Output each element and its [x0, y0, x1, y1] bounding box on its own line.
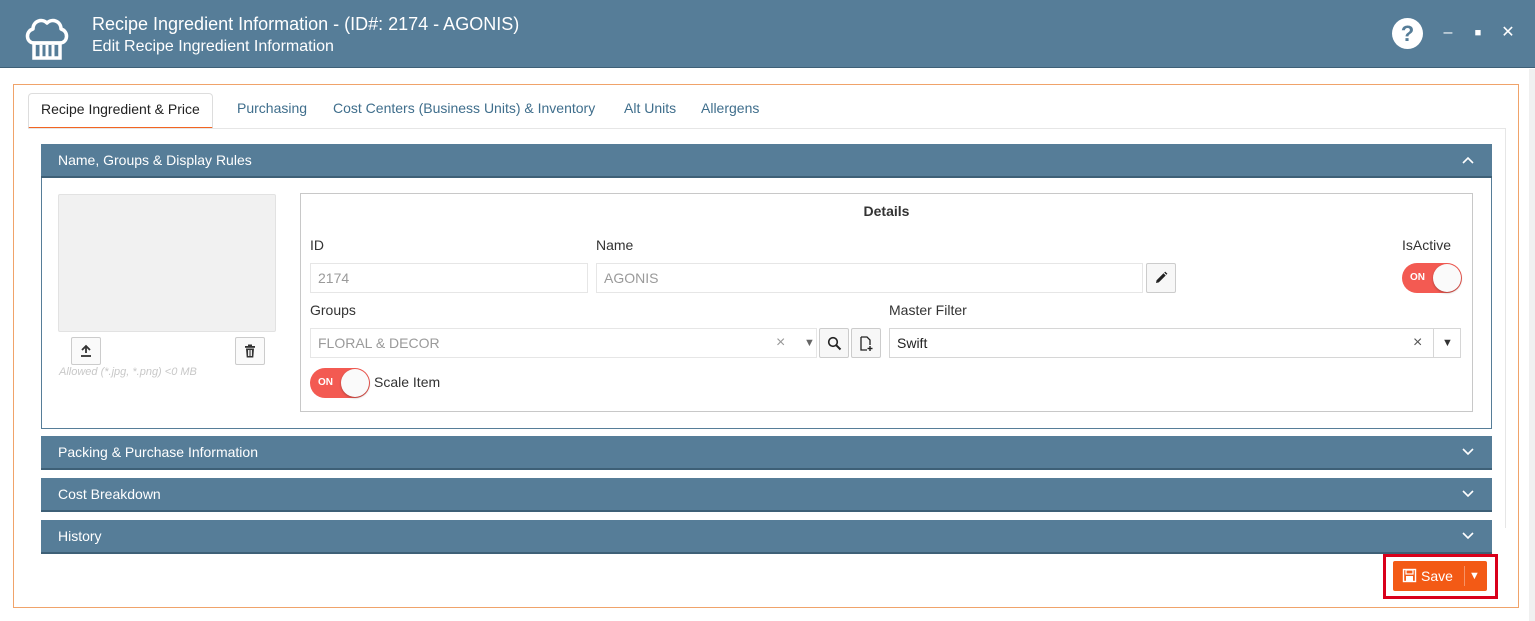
caret-down-icon[interactable]: ▼ — [1469, 561, 1480, 591]
name-field[interactable]: AGONIS — [596, 263, 1143, 293]
help-icon[interactable]: ? — [1392, 18, 1423, 49]
toggle-knob — [1433, 264, 1461, 292]
groups-label: Groups — [310, 302, 356, 318]
tab-purchasing[interactable]: Purchasing — [237, 93, 307, 129]
edit-name-button[interactable] — [1146, 263, 1176, 293]
toggle-knob — [341, 369, 369, 397]
content-edge-line — [1505, 128, 1506, 528]
details-title: Details — [863, 203, 910, 219]
upload-button[interactable] — [71, 337, 101, 365]
chevron-down-icon[interactable] — [1462, 436, 1474, 480]
name-label: Name — [596, 237, 634, 253]
delete-image-button[interactable] — [235, 337, 265, 365]
clear-groups-icon[interactable]: × — [776, 329, 785, 357]
tab-divider — [28, 128, 1506, 129]
search-groups-button[interactable] — [819, 328, 849, 358]
save-button[interactable]: Save ▼ — [1393, 561, 1487, 591]
allowed-file-types: Allowed (*.jpg, *.png) <0 MB — [59, 366, 197, 378]
chevron-down-icon[interactable] — [1462, 478, 1474, 522]
details-box: Details ID 2174 Name AGONIS IsActive ON … — [300, 193, 1473, 412]
floppy-disk-icon — [1402, 568, 1417, 583]
panel-title: Name, Groups & Display Rules — [58, 152, 252, 168]
master-filter-label: Master Filter — [889, 302, 967, 318]
chef-hat-icon — [25, 18, 69, 60]
save-split-divider — [1464, 566, 1465, 586]
tab-recipe-ingredient-price[interactable]: Recipe Ingredient & Price — [28, 93, 213, 129]
isactive-label: IsActive — [1402, 237, 1452, 253]
scale-item-label: Scale Item — [374, 374, 441, 390]
panel-header-cost-breakdown[interactable]: Cost Breakdown — [41, 478, 1492, 512]
toggle-state-text: ON — [318, 377, 333, 388]
window-subtitle: Edit Recipe Ingredient Information — [92, 38, 334, 55]
image-preview[interactable] — [58, 194, 276, 332]
add-group-button[interactable] — [851, 328, 881, 358]
master-filter-value: Swift — [897, 335, 928, 351]
chevron-down-icon[interactable]: ▼ — [804, 329, 815, 357]
content-frame: Recipe Ingredient & Price Purchasing Cos… — [13, 84, 1519, 608]
id-label: ID — [310, 237, 324, 253]
vertical-scrollbar[interactable] — [1529, 69, 1535, 621]
maximize-icon[interactable]: ■ — [1468, 22, 1488, 44]
trash-icon — [245, 344, 255, 358]
chevron-down-icon[interactable]: ▼ — [1442, 329, 1453, 357]
save-label: Save — [1421, 568, 1453, 584]
panel-header-history[interactable]: History — [41, 520, 1492, 554]
master-filter-select[interactable]: Swift × ▼ — [889, 328, 1461, 358]
minimize-icon[interactable]: – — [1438, 22, 1458, 44]
upload-icon — [81, 344, 91, 357]
recipe-ingredient-window: Recipe Ingredient Information - (ID#: 21… — [0, 0, 1535, 621]
tab-cost-centers-inventory[interactable]: Cost Centers (Business Units) & Inventor… — [333, 93, 595, 129]
window-title-block: Recipe Ingredient Information - (ID#: 21… — [92, 13, 519, 57]
scale-item-toggle[interactable]: ON — [310, 368, 370, 398]
toggle-state-text: ON — [1410, 272, 1425, 283]
search-icon — [827, 336, 841, 351]
close-icon[interactable]: ✕ — [1498, 22, 1518, 44]
panel-title: Packing & Purchase Information — [58, 444, 258, 460]
window-title: Recipe Ingredient Information - (ID#: 21… — [92, 14, 520, 34]
id-field[interactable]: 2174 — [310, 263, 588, 293]
panel-header-packing[interactable]: Packing & Purchase Information — [41, 436, 1492, 470]
panel-header-name-groups[interactable]: Name, Groups & Display Rules — [41, 144, 1492, 178]
clear-master-filter-icon[interactable]: × — [1413, 329, 1422, 357]
panel-body-name-groups: Allowed (*.jpg, *.png) <0 MB Details ID … — [41, 178, 1492, 429]
title-bar: Recipe Ingredient Information - (ID#: 21… — [0, 0, 1535, 68]
panel-title: Cost Breakdown — [58, 486, 161, 502]
pencil-icon — [1156, 271, 1168, 283]
groups-value: FLORAL & DECOR — [318, 335, 440, 351]
groups-select[interactable]: FLORAL & DECOR × ▼ — [310, 328, 817, 358]
panel-title: History — [58, 528, 102, 544]
tab-alt-units[interactable]: Alt Units — [624, 93, 676, 129]
select-divider — [1433, 329, 1434, 357]
new-document-icon — [859, 336, 872, 351]
tab-allergens[interactable]: Allergens — [701, 93, 759, 129]
isactive-toggle[interactable]: ON — [1402, 263, 1462, 293]
